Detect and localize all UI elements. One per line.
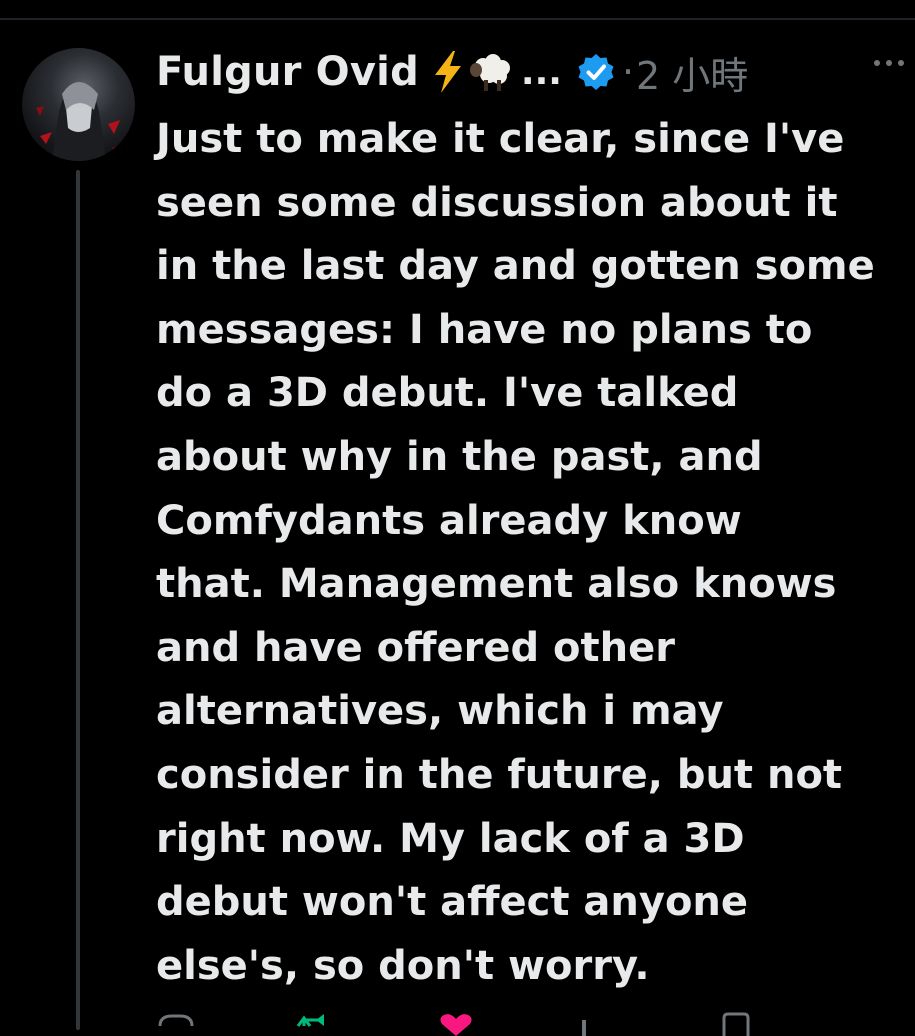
action-bar [156,1012,856,1036]
post-text-line: right now. My lack of a 3D [156,815,745,862]
post-text-line: else's, so don't worry. [156,942,650,989]
post-text-line: seen some discussion about it [156,179,838,226]
bolt-icon [433,51,463,93]
bookmark-icon [716,1012,756,1036]
top-divider [0,18,915,20]
sheep-icon [469,52,513,92]
like-button[interactable] [436,1012,576,1036]
post-text-line: alternatives, which i may [156,688,724,735]
avatar[interactable] [22,48,135,161]
author-display-name[interactable]: Fulgur Ovid [156,49,419,95]
post-text-line: about why in the past, and [156,433,763,480]
post-text-line: in the last day and gotten some [156,243,875,290]
post-text-line: messages: I have no plans to [156,306,813,353]
post-text-line: consider in the future, but not [156,751,843,798]
meta-separator: · [621,50,635,94]
post-text: Just to make it clear, since I've seen s… [156,108,906,998]
post-header: Fulgur Ovid ... · 2 小時 [156,40,906,104]
views-button[interactable] [576,1012,716,1036]
thread-line [76,170,80,1030]
reply-icon [156,1012,196,1036]
verified-badge-icon[interactable] [576,52,616,92]
repost-button[interactable] [296,1012,436,1036]
more-horizontal-icon[interactable] [872,58,906,68]
bookmark-button[interactable] [716,1012,856,1036]
views-icon [576,1012,616,1036]
post-timestamp[interactable]: 2 小時 [636,45,748,100]
post-text-line: Comfydants already know [156,497,742,544]
post-text-line: debut won't affect anyone [156,879,749,926]
post-text-line: that. Management also knows [156,561,837,608]
reply-button[interactable] [156,1012,296,1036]
repost-icon [296,1012,336,1036]
author-badges: ... [433,51,616,93]
post-text-line: Just to make it clear, since I've [156,116,845,162]
name-truncation: ... [520,51,562,93]
post-text-line: do a 3D debut. I've talked [156,370,739,417]
like-icon [436,1012,476,1036]
post-text-line: and have offered other [156,624,675,671]
